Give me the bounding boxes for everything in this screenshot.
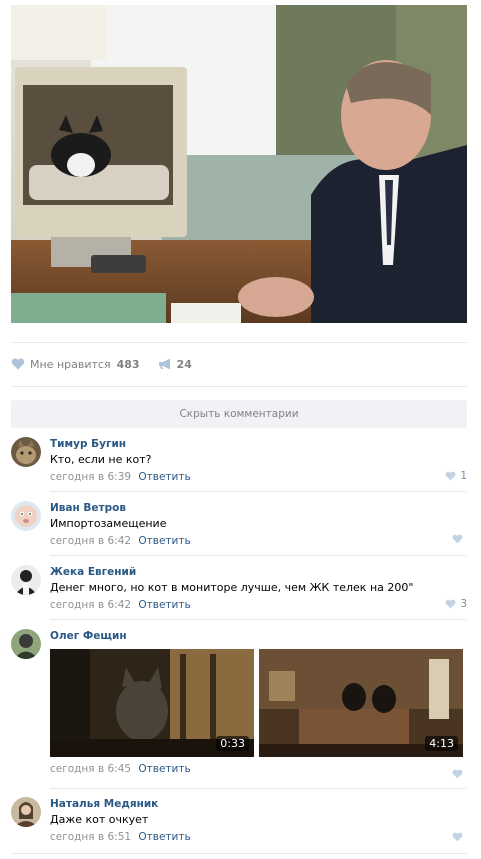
comment-time[interactable]: сегодня в 6:45 bbox=[50, 763, 131, 775]
comment-text: Импортозамещение bbox=[50, 517, 167, 530]
comment-like-button[interactable]: 1 bbox=[445, 470, 467, 482]
comment-divider bbox=[50, 491, 467, 492]
reply-link[interactable]: Ответить bbox=[138, 471, 190, 483]
reply-link[interactable]: Ответить bbox=[138, 599, 190, 611]
heart-icon bbox=[452, 769, 463, 779]
comment-meta: сегодня в 6:42 Ответить bbox=[50, 598, 467, 612]
comment-author[interactable]: Наталья Медяник bbox=[50, 797, 467, 811]
post-image[interactable] bbox=[11, 5, 467, 323]
comment-meta: сегодня в 6:39 Ответить bbox=[50, 470, 467, 484]
comment: Тимур Бугин Кто, если не кот? сегодня в … bbox=[11, 437, 467, 485]
comment-author[interactable]: Жека Евгений bbox=[50, 565, 467, 579]
post-divider-bottom bbox=[11, 386, 467, 387]
like-button[interactable]: Мне нравится 483 bbox=[11, 358, 140, 371]
comment-meta: сегодня в 6:42 Ответить bbox=[50, 534, 467, 548]
hide-comments-button[interactable]: Скрыть комментарии bbox=[11, 400, 467, 428]
comment-time[interactable]: сегодня в 6:42 bbox=[50, 535, 131, 547]
comment-divider bbox=[50, 788, 467, 789]
video-thumbnail[interactable]: 4:13 bbox=[259, 649, 463, 757]
comment-like-count: 3 bbox=[460, 598, 467, 610]
like-label: Мне нравится bbox=[30, 357, 111, 371]
comment-text: Кто, если не кот? bbox=[50, 453, 152, 466]
comment-divider bbox=[50, 555, 467, 556]
heart-icon bbox=[445, 471, 456, 481]
comment-author[interactable]: Иван Ветров bbox=[50, 501, 467, 515]
comment-like-button[interactable] bbox=[452, 534, 467, 544]
post-actions: Мне нравится 483 24 bbox=[11, 355, 192, 373]
avatar[interactable] bbox=[11, 501, 41, 531]
comment-meta: сегодня в 6:45 Ответить bbox=[50, 762, 467, 776]
heart-icon bbox=[452, 832, 463, 842]
comment-time[interactable]: сегодня в 6:51 bbox=[50, 831, 131, 843]
comment: Иван Ветров Импортозамещение сегодня в 6… bbox=[11, 501, 467, 549]
share-button[interactable]: 24 bbox=[158, 358, 192, 371]
reply-link[interactable]: Ответить bbox=[138, 763, 190, 775]
comment-like-button[interactable] bbox=[452, 832, 467, 842]
comment-text: Даже кот очкует bbox=[50, 813, 149, 826]
comments-end-divider bbox=[11, 853, 467, 854]
heart-icon bbox=[452, 534, 463, 544]
comment: Наталья Медяник Даже кот очкует сегодня … bbox=[11, 797, 467, 845]
comment-text: Денег много, но кот в мониторе лучше, че… bbox=[50, 581, 414, 594]
comment-time[interactable]: сегодня в 6:42 bbox=[50, 599, 131, 611]
post-divider-top bbox=[11, 342, 467, 343]
avatar[interactable] bbox=[11, 565, 41, 595]
reply-link[interactable]: Ответить bbox=[138, 831, 190, 843]
comment-divider bbox=[50, 619, 467, 620]
video-duration: 4:13 bbox=[425, 736, 458, 751]
comment: Жека Евгений Денег много, но кот в монит… bbox=[11, 565, 467, 613]
post-photo bbox=[11, 5, 467, 323]
video-attachments: 0:33 4:13 bbox=[50, 649, 467, 757]
comment-time[interactable]: сегодня в 6:39 bbox=[50, 471, 131, 483]
heart-icon bbox=[11, 358, 25, 370]
comment: Олег Фещин 0:33 4:13 сегодня в 6:45 Отве… bbox=[11, 629, 467, 785]
heart-icon bbox=[445, 599, 456, 609]
avatar[interactable] bbox=[11, 797, 41, 827]
reply-link[interactable]: Ответить bbox=[138, 535, 190, 547]
comment-author[interactable]: Тимур Бугин bbox=[50, 437, 467, 451]
video-duration: 0:33 bbox=[216, 736, 249, 751]
comment-meta: сегодня в 6:51 Ответить bbox=[50, 830, 467, 844]
share-count: 24 bbox=[176, 357, 192, 371]
megaphone-icon bbox=[158, 358, 170, 370]
comment-like-count: 1 bbox=[460, 470, 467, 482]
comment-like-button[interactable] bbox=[452, 769, 467, 779]
like-count: 483 bbox=[116, 357, 140, 371]
video-thumbnail[interactable]: 0:33 bbox=[50, 649, 254, 757]
avatar[interactable] bbox=[11, 629, 41, 659]
comment-like-button[interactable]: 3 bbox=[445, 598, 467, 610]
avatar[interactable] bbox=[11, 437, 41, 467]
comment-author[interactable]: Олег Фещин bbox=[50, 629, 467, 643]
